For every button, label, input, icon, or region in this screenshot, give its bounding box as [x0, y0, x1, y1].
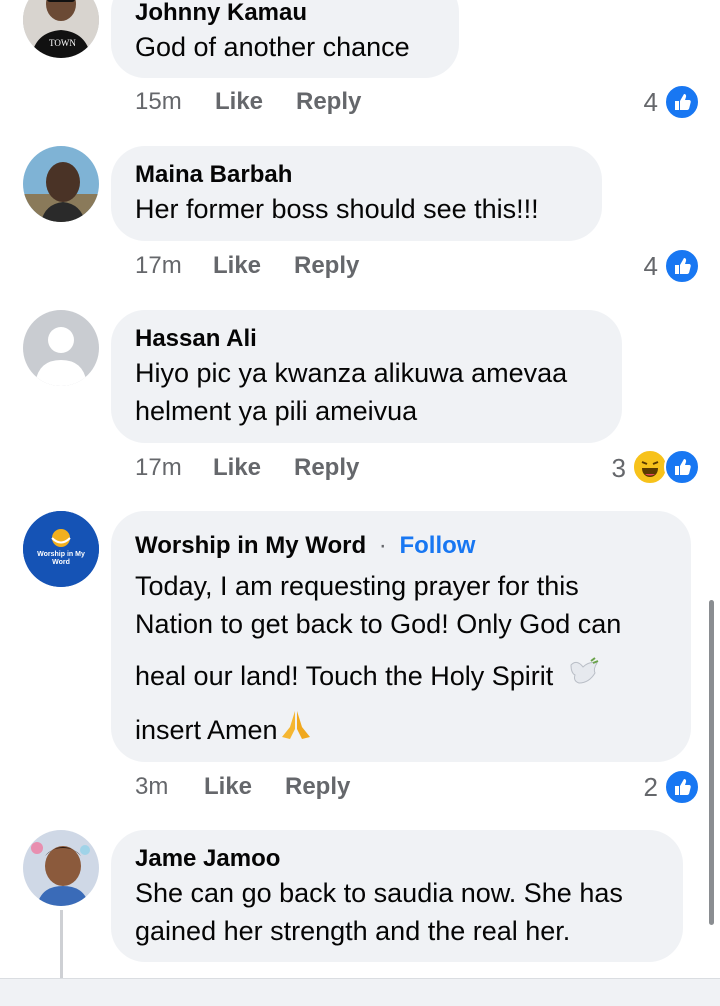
comment-author[interactable]: Johnny Kamau — [135, 0, 435, 28]
avatar[interactable]: Worship in My Word — [23, 511, 99, 587]
comment-actions: 17m Like Reply — [135, 252, 435, 282]
scrollbar[interactable] — [709, 600, 714, 925]
reply-button[interactable]: Reply — [285, 773, 350, 801]
reply-button[interactable]: Reply — [294, 252, 359, 280]
comment-author[interactable]: Maina Barbah — [135, 160, 578, 190]
reply-button[interactable]: Reply — [294, 454, 359, 482]
comment-time[interactable]: 3m — [135, 773, 168, 801]
comment-bubble: Johnny Kamau God of another chance — [111, 0, 459, 78]
avatar[interactable]: TOWN — [23, 0, 99, 58]
comment-text-line: Nation to get back to God! Only God can — [135, 609, 622, 639]
comment-text: Her former boss should see this!!! — [135, 194, 539, 224]
comment-bubble: Worship in My Word · Follow Today, I am … — [111, 511, 691, 762]
like-reaction-icon[interactable] — [664, 84, 700, 120]
follow-button[interactable]: Follow — [399, 532, 475, 559]
comment-bubble: Jame Jamoo She can go back to saudia now… — [111, 830, 683, 962]
like-reaction-icon[interactable] — [664, 769, 700, 805]
comment-actions: 15m Like Reply — [135, 88, 435, 118]
comment-time[interactable]: 17m — [135, 454, 182, 482]
comment-time[interactable]: 17m — [135, 252, 182, 280]
comment-author-row: Worship in My Word · Follow — [135, 531, 667, 561]
comment-time[interactable]: 15m — [135, 88, 182, 116]
reaction-count[interactable]: 4 — [630, 87, 658, 118]
avatar-text: Worship in My Word — [37, 551, 85, 566]
reaction-count[interactable]: 2 — [630, 772, 658, 803]
praying-hands-emoji — [278, 707, 314, 753]
svg-text:TOWN: TOWN — [49, 38, 76, 48]
comment-text-line: insert Amen — [135, 715, 278, 745]
like-button[interactable]: Like — [213, 252, 261, 280]
reply-button[interactable]: Reply — [296, 88, 361, 116]
comment-text-line-with-emoji: heal our land! Touch the Holy Spirit — [135, 655, 667, 701]
comment-bubble: Maina Barbah Her former boss should see … — [111, 146, 602, 241]
like-reaction-icon[interactable] — [664, 449, 700, 485]
comment-text: God of another chance — [135, 32, 410, 62]
comment-text-line: heal our land! Touch the Holy Spirit — [135, 661, 554, 692]
comment-text-line: Today, I am requesting prayer for this — [135, 571, 579, 601]
comment-actions: 3m Like Reply — [135, 773, 435, 803]
comment-actions: 17m Like Reply — [135, 454, 435, 484]
separator-dot: · — [378, 532, 387, 559]
comment-author[interactable]: Jame Jamoo — [135, 844, 659, 874]
reaction-count[interactable]: 4 — [630, 251, 658, 282]
haha-reaction-icon[interactable] — [632, 449, 668, 485]
like-button[interactable]: Like — [215, 88, 263, 116]
avatar[interactable] — [23, 146, 99, 222]
comment-text-line: gained her strength and the real her. — [135, 916, 571, 946]
reaction-count[interactable]: 3 — [598, 453, 626, 484]
dove-emoji — [567, 655, 603, 701]
comment-text-line: Hiyo pic ya kwanza alikuwa amevaa — [135, 358, 568, 388]
comment-bubble: Hassan Ali Hiyo pic ya kwanza alikuwa am… — [111, 310, 622, 443]
comment-author[interactable]: Worship in My Word — [135, 532, 366, 559]
avatar[interactable] — [23, 830, 99, 906]
comment-text-line: helment ya pili ameivua — [135, 396, 418, 426]
comment-text-line-with-emoji: insert Amen — [135, 707, 667, 753]
like-button[interactable]: Like — [204, 773, 252, 801]
like-button[interactable]: Like — [213, 454, 261, 482]
comment-text-line: She can go back to saudia now. She has — [135, 878, 623, 908]
like-reaction-icon[interactable] — [664, 248, 700, 284]
avatar[interactable] — [23, 310, 99, 386]
comment-composer-bar[interactable] — [0, 978, 720, 1006]
comment-author[interactable]: Hassan Ali — [135, 324, 598, 354]
